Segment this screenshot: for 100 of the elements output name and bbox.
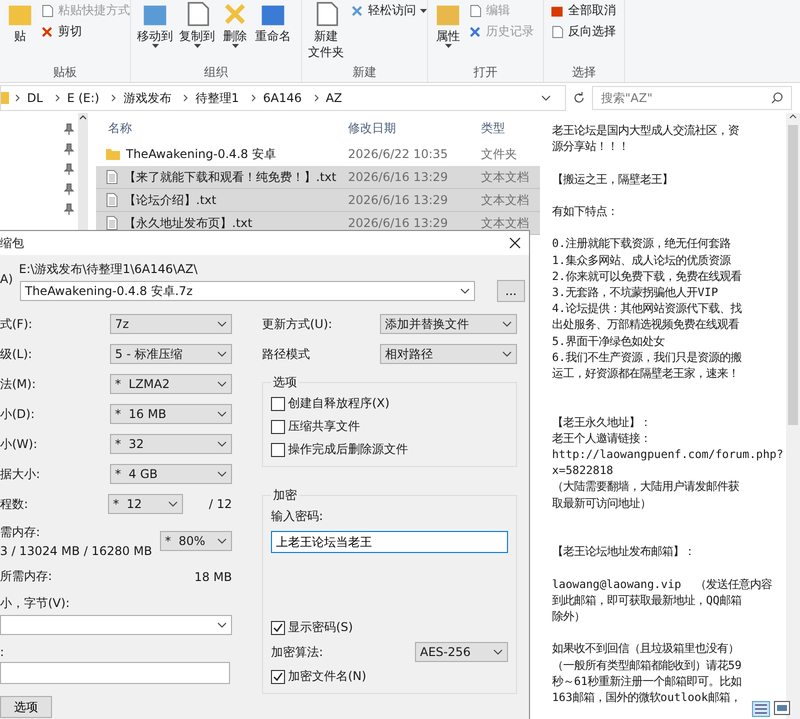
field-label: 据大小: [0, 466, 40, 482]
dropdown[interactable]: 5 - 标准压缩 [110, 344, 232, 364]
chevron-down-icon [217, 321, 227, 327]
ribbon-button[interactable]: 全部取消 [550, 2, 616, 19]
scroll-thumb[interactable] [788, 125, 798, 425]
search-field[interactable]: 搜索"AZ" [592, 86, 792, 110]
tool-icon [468, 4, 482, 18]
checkbox[interactable] [271, 420, 285, 434]
dropdown[interactable]: * 16 MB [110, 404, 232, 424]
ribbon-button[interactable]: 剪切 [40, 23, 130, 40]
breadcrumb[interactable]: DL [21, 91, 49, 105]
tool-icon [468, 24, 482, 38]
checkbox-label: 加密文件名(N) [288, 668, 366, 685]
file-row[interactable]: 【来了就能下载和观看！纯免费！】.txt 2026/6/16 13:29 文本文档 [96, 166, 540, 189]
preview-text: 3.无套路，不坑蒙拐骗他人开VIP [552, 284, 718, 301]
field-label: A) [0, 272, 13, 286]
preview-text: （一般所有类型邮箱都能收到）请花59 [552, 658, 742, 674]
ribbon-button[interactable]: 删除 [221, 0, 249, 48]
date-cell-text: 2026/6/16 13:29 [347, 170, 449, 184]
file-row[interactable]: TheAwakening-0.4.8 安卓 2026/6/22 10:35 文件夹 [96, 143, 540, 166]
group-label: 打开 [472, 64, 498, 81]
pin-icon[interactable] [64, 183, 74, 195]
dropdown[interactable]: * 32 [110, 434, 232, 454]
dropdown[interactable]: * 80% [160, 531, 232, 551]
column-header[interactable]: 名称 [100, 120, 340, 136]
dropdown[interactable]: AES-256 [415, 642, 508, 662]
pin-icon[interactable] [64, 163, 74, 175]
ribbon-button[interactable]: 贴 [6, 0, 34, 44]
ribbon-button[interactable]: 新建 文件夹 [308, 0, 344, 60]
checkbox-label: 创建自释放程序(X) [288, 395, 390, 412]
refresh-icon[interactable] [572, 91, 586, 105]
chevron-down-icon [502, 321, 512, 327]
ribbon-button[interactable]: 复制到 [179, 0, 215, 48]
breadcrumb[interactable]: E (E:) [60, 91, 106, 105]
preview-text: 有如下特点： [552, 204, 618, 220]
column-header[interactable]: 修改日期 [340, 120, 473, 136]
column-header[interactable]: 类型 [473, 120, 533, 136]
file-row[interactable]: 【论坛介绍】.txt 2026/6/16 13:29 文本文档 [96, 189, 540, 212]
thumbnail-view-icon[interactable] [774, 701, 790, 715]
scroll-up-icon[interactable] [789, 113, 797, 121]
chevron-down-icon [168, 501, 178, 507]
checkbox[interactable] [271, 670, 285, 684]
chevron-right-icon [15, 94, 21, 102]
chevron-down-icon[interactable] [541, 95, 551, 101]
ribbon-button[interactable]: 重命名 [255, 0, 291, 44]
field-label: 输入密码: [271, 508, 324, 525]
preview-text: 【老王论坛地址发布邮箱】： [552, 544, 695, 560]
caret-icon [194, 44, 200, 48]
dropdown[interactable]: 添加并替换文件 [380, 314, 517, 334]
file-name: TheAwakening-0.4.8 安卓 [100, 146, 340, 162]
document-icon [106, 170, 118, 184]
breadcrumb[interactable]: 6A146 [256, 91, 308, 105]
preview-text: x=5822818 [552, 463, 614, 480]
breadcrumb[interactable]: 游戏发布 [117, 90, 178, 106]
field-label: 更新方式(U): [262, 316, 332, 332]
chevron-down-icon [217, 622, 227, 628]
scrollbar[interactable] [786, 113, 800, 719]
preview-text: 【搬运之王，隔壁老王】 [552, 172, 673, 188]
close-icon[interactable] [509, 237, 521, 249]
pin-icon[interactable] [64, 123, 74, 135]
ribbon-button[interactable]: 移动到 [137, 0, 173, 48]
preview-text: 老王论坛是国内大型成人交流社区，资 [552, 123, 739, 139]
chevron-right-icon [183, 94, 190, 102]
preview-text: 运工，好资源都在隔壁老王家，速来！ [552, 366, 739, 382]
browse-button[interactable]: ... [497, 280, 525, 302]
dropdown[interactable]: * 12 [108, 494, 183, 514]
breadcrumb[interactable]: AZ [320, 91, 348, 105]
dropdown[interactable]: * LZMA2 [110, 374, 232, 394]
archive-name-field[interactable]: TheAwakening-0.4.8 安卓.7z [20, 281, 475, 301]
date-cell-text: 2026/6/16 13:29 [347, 216, 449, 230]
folder-icon [106, 148, 120, 160]
preview-text: （大陆需要翻墙，大陆用户请发邮件获 [552, 479, 739, 496]
type-cell-text: 文本文档 [480, 168, 530, 186]
dropdown[interactable]: 相对路径 [380, 344, 517, 364]
ribbon-button[interactable]: 轻松访问 [350, 2, 427, 19]
checkbox[interactable] [271, 620, 285, 634]
chevron-down-icon [217, 538, 227, 544]
password-field[interactable]: 上老王论坛当老王 [271, 531, 508, 553]
pin-icon[interactable] [64, 143, 74, 155]
input-field[interactable] [0, 662, 230, 684]
checkbox[interactable] [271, 396, 285, 410]
options-button[interactable]: 选项 [0, 696, 52, 718]
checkbox-label: 显示密码(S) [288, 619, 353, 636]
pin-icon[interactable] [64, 203, 74, 215]
field-label: 级(L): [0, 346, 32, 362]
checkbox[interactable] [271, 442, 285, 456]
group-label: 组织 [203, 64, 229, 81]
ribbon-button[interactable]: 属性 [434, 0, 462, 48]
group-label: 新建 [352, 64, 378, 81]
type-cell-text: 文件夹 [480, 146, 518, 162]
file-name: 【论坛介绍】.txt [100, 192, 340, 208]
caret-icon [444, 44, 452, 48]
address-bar[interactable]: DL E (E:) 游戏发布 待整理1 6A146 AZ [0, 85, 566, 111]
breadcrumb[interactable]: 待整理1 [189, 90, 245, 106]
dropdown[interactable]: * 4 GB [110, 464, 232, 484]
ribbon-button[interactable]: 反向选择 [550, 23, 616, 40]
preview-text: 2.你来就可以免费下载，免费在线观看 [552, 268, 742, 285]
file-name: 【来了就能下载和观看！纯免费！】.txt [100, 168, 340, 186]
dropdown[interactable]: 7z [110, 314, 232, 334]
details-view-icon[interactable] [752, 701, 770, 717]
